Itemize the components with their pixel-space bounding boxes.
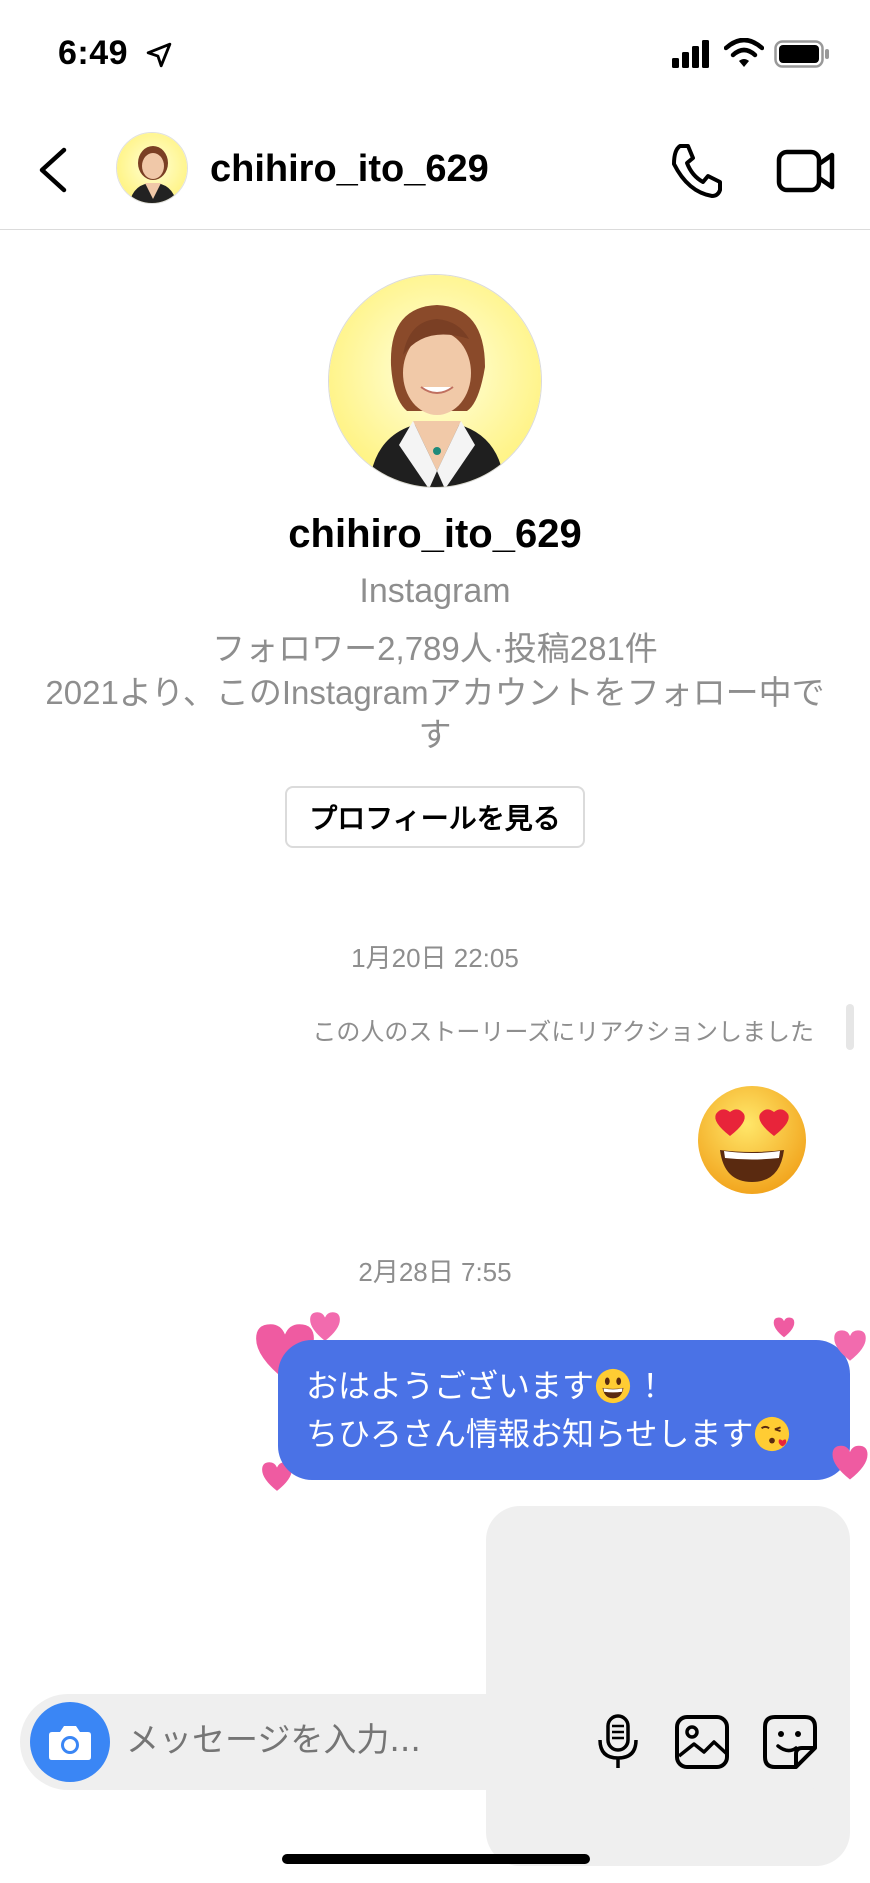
grinning-face-icon — [595, 1368, 631, 1404]
message-input[interactable] — [126, 1720, 542, 1759]
heart-icon — [310, 1312, 340, 1341]
sticker-icon[interactable] — [760, 1712, 820, 1772]
message-line-1: おはようございます ！ — [306, 1367, 675, 1405]
home-indicator — [282, 1854, 590, 1864]
avatar[interactable] — [116, 132, 188, 204]
status-bar: 6:49 — [0, 0, 870, 110]
status-time: 6:49 — [58, 34, 129, 72]
media-message-placeholder[interactable] — [486, 1506, 850, 1866]
story-reaction-note: この人のストーリーズにリアクションしました — [312, 1019, 814, 1046]
story-reply-indicator — [846, 1004, 854, 1050]
profile-platform: Instagram — [359, 572, 511, 610]
phone-icon[interactable] — [668, 140, 724, 200]
location-arrow-icon — [146, 42, 172, 68]
timestamp: 2月28日 7:55 — [358, 1257, 512, 1287]
back-button[interactable] — [30, 140, 80, 200]
battery-icon — [774, 40, 829, 68]
profile-stats: フォロワー2,789人·投稿281件 — [212, 630, 658, 667]
chat-header: chihiro_ito_629 — [0, 110, 870, 230]
heart-icon — [832, 1445, 868, 1480]
profile-photo-icon — [117, 133, 187, 203]
video-camera-icon[interactable] — [776, 142, 836, 198]
timestamp: 1月20日 22:05 — [351, 943, 519, 973]
profile-avatar[interactable] — [328, 274, 542, 488]
follow-since-text: 2021より、このInstagramアカウントをフォロー中です — [45, 674, 825, 753]
heart-eyes-emoji-icon[interactable] — [696, 1084, 808, 1196]
header-username[interactable]: chihiro_ito_629 — [210, 148, 489, 191]
camera-icon — [49, 1726, 91, 1760]
face-blowing-kiss-icon — [755, 1416, 790, 1452]
microphone-icon[interactable] — [590, 1712, 646, 1772]
message-bubble[interactable]: おはようございます ！ ちひろさん情報お知らせします — [278, 1340, 850, 1480]
message-composer — [20, 1694, 850, 1790]
view-profile-button[interactable]: プロフィールを見る — [285, 786, 585, 848]
heart-icon — [834, 1330, 866, 1361]
profile-username: chihiro_ito_629 — [288, 512, 582, 556]
cellular-signal-icon — [672, 40, 709, 68]
camera-button[interactable] — [30, 1702, 110, 1782]
heart-icon — [773, 1317, 795, 1338]
message-line-2: ちひろさん情報お知らせします — [306, 1410, 822, 1458]
gallery-icon[interactable] — [672, 1712, 732, 1772]
profile-photo-icon — [329, 275, 541, 487]
wifi-icon — [724, 38, 764, 67]
